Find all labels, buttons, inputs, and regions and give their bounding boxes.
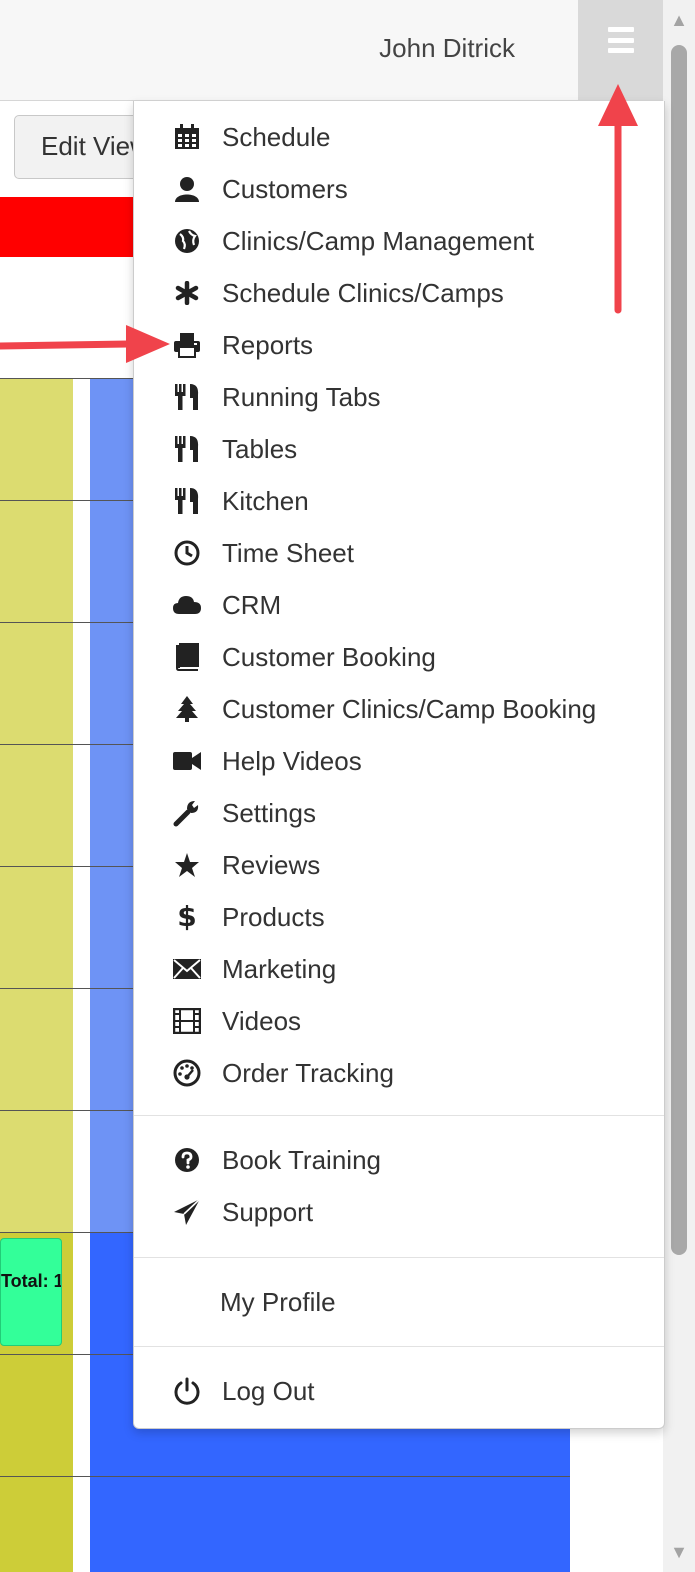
globe-icon	[172, 226, 202, 256]
menu-item-label: Order Tracking	[222, 1057, 394, 1088]
menu-item-label: Tables	[222, 433, 298, 464]
print-icon	[172, 330, 202, 360]
menu-item-clinics-camp-management[interactable]: Clinics/Camp Management	[134, 215, 664, 267]
menu-item-label: Reviews	[222, 849, 321, 880]
scroll-down-arrow-icon[interactable]: ▼	[663, 1537, 695, 1567]
menu-item-videos[interactable]: Videos	[134, 995, 664, 1047]
menu-item-label: Running Tabs	[222, 381, 381, 412]
menu-item-label: Time Sheet	[222, 537, 354, 568]
menu-divider	[134, 1346, 664, 1347]
scrollbar[interactable]: ▲ ▼	[663, 0, 695, 1572]
menu-item-products[interactable]: $ Products	[134, 891, 664, 943]
menu-item-label: CRM	[222, 589, 282, 620]
menu-item-label: Kitchen	[222, 485, 309, 516]
menu-divider	[134, 1115, 664, 1116]
menu-item-label: Log Out	[222, 1375, 315, 1406]
menu-item-label: My Profile	[220, 1286, 336, 1317]
scroll-up-arrow-icon[interactable]: ▲	[663, 5, 695, 35]
menu-item-label: Customer Booking	[222, 641, 436, 672]
film-icon	[172, 1006, 202, 1036]
menu-item-customers[interactable]: Customers	[134, 163, 664, 215]
menu-item-label: Settings	[222, 797, 316, 828]
dollar-icon: $	[177, 900, 197, 933]
menu-item-support[interactable]: Support	[134, 1186, 664, 1238]
menu-item-order-tracking[interactable]: Order Tracking	[134, 1047, 664, 1099]
star-icon	[172, 850, 202, 880]
alert-banner	[0, 197, 140, 257]
menu-item-time-sheet[interactable]: Time Sheet	[134, 527, 664, 579]
tree-icon	[172, 694, 202, 724]
scroll-thumb[interactable]	[671, 45, 687, 1255]
menu-item-label: Marketing	[222, 953, 337, 984]
menu-item-label: Schedule	[222, 121, 331, 152]
menu-item-marketing[interactable]: Marketing	[134, 943, 664, 995]
cutlery-icon	[172, 434, 202, 464]
send-icon	[172, 1197, 202, 1227]
clock-icon	[172, 538, 202, 568]
hamburger-icon	[607, 27, 634, 53]
book-icon	[172, 642, 202, 672]
menu-item-label: Videos	[222, 1005, 302, 1036]
menu-item-label: Clinics/Camp Management	[222, 225, 535, 256]
menu-item-schedule-clinics-camps[interactable]: Schedule Clinics/Camps	[134, 267, 664, 319]
menu-divider	[134, 1257, 664, 1258]
menu-item-label: Help Videos	[222, 745, 362, 776]
asterisk-icon	[172, 278, 202, 308]
main-dropdown-menu: Schedule Customers Clinics/Camp Manageme…	[133, 101, 665, 1429]
menu-item-label: Products	[222, 901, 325, 932]
menu-item-kitchen[interactable]: Kitchen	[134, 475, 664, 527]
menu-item-help-videos[interactable]: Help Videos	[134, 735, 664, 787]
calendar-icon	[172, 122, 202, 152]
menu-item-label: Customers	[222, 173, 348, 204]
menu-item-label: Reports	[222, 329, 314, 360]
menu-item-reports[interactable]: Reports	[134, 319, 664, 371]
user-name[interactable]: John Ditrick	[379, 33, 515, 64]
menu-item-running-tabs[interactable]: Running Tabs	[134, 371, 664, 423]
top-navbar: John Ditrick	[0, 0, 663, 101]
booking-block[interactable]: Total: 1	[0, 1238, 62, 1346]
menu-item-book-training[interactable]: Book Training	[134, 1134, 664, 1186]
cutlery-icon	[172, 486, 202, 516]
menu-item-my-profile[interactable]: My Profile	[134, 1276, 664, 1328]
dashboard-icon	[172, 1058, 202, 1088]
menu-item-customer-clinics-camp-booking[interactable]: Customer Clinics/Camp Booking	[134, 683, 664, 735]
wrench-icon	[172, 798, 202, 828]
menu-item-log-out[interactable]: Log Out	[134, 1365, 664, 1417]
menu-item-reviews[interactable]: Reviews	[134, 839, 664, 891]
menu-item-label: Customer Clinics/Camp Booking	[222, 693, 597, 724]
video-camera-icon	[172, 746, 202, 776]
schedule-grid-line	[0, 1476, 570, 1477]
menu-item-label: Book Training	[222, 1144, 381, 1175]
annotation-arrow-menu	[598, 84, 638, 314]
menu-item-tables[interactable]: Tables	[134, 423, 664, 475]
menu-item-schedule[interactable]: Schedule	[134, 111, 664, 163]
menu-item-crm[interactable]: CRM	[134, 579, 664, 631]
question-icon	[172, 1145, 202, 1175]
annotation-arrow-reports	[0, 325, 170, 363]
cloud-icon	[172, 590, 202, 620]
menu-item-label: Support	[222, 1196, 314, 1227]
envelope-icon	[172, 954, 202, 984]
menu-item-label: Schedule Clinics/Camps	[222, 277, 504, 308]
menu-item-settings[interactable]: Settings	[134, 787, 664, 839]
booking-label: Total: 1	[1, 1271, 62, 1291]
cutlery-icon	[172, 382, 202, 412]
menu-item-customer-booking[interactable]: Customer Booking	[134, 631, 664, 683]
user-icon	[172, 174, 202, 204]
power-icon	[172, 1376, 202, 1406]
